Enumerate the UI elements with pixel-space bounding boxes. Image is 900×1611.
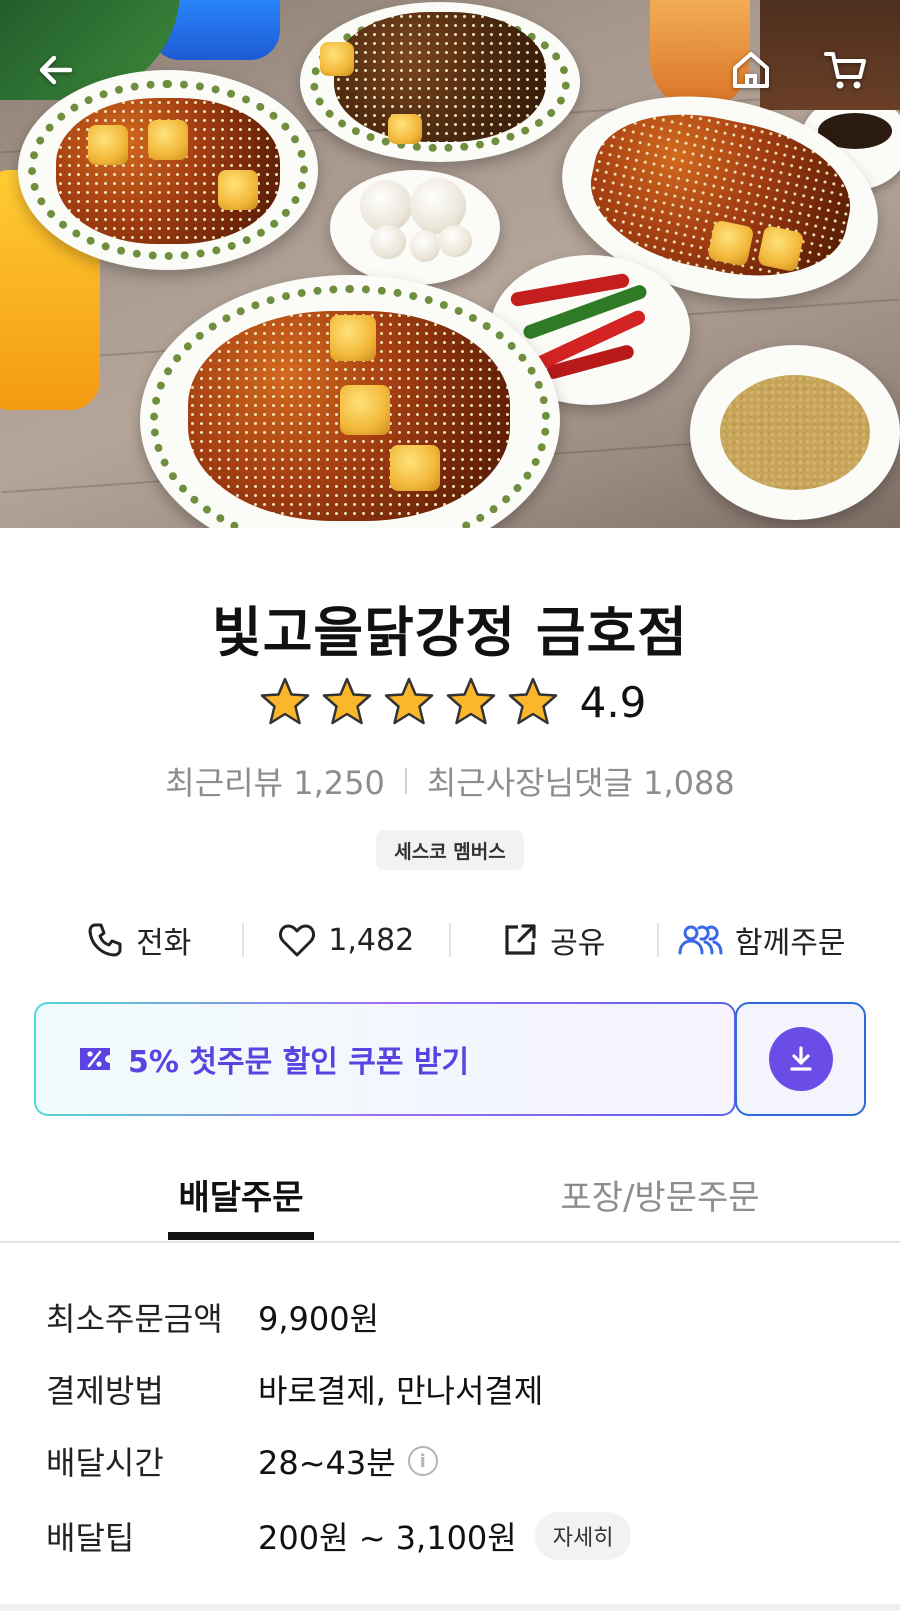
action-bar: 전화 1,482 공유 함께주문 <box>36 912 864 968</box>
delivery-tip-detail-button[interactable]: 자세히 <box>534 1512 632 1560</box>
like-count: 1,482 <box>328 922 415 958</box>
share-icon <box>505 924 536 955</box>
home-icon[interactable] <box>723 42 779 98</box>
min-order-row: 최소주문금액 9,900원 <box>46 1294 866 1340</box>
like-button[interactable]: 1,482 <box>244 922 450 958</box>
coupon-icon <box>80 1048 110 1070</box>
star-icon <box>508 677 557 725</box>
call-label: 전화 <box>136 926 192 961</box>
coupon-label: 5% 첫주문 할인 쿠폰 받기 <box>128 1045 470 1080</box>
star-icon <box>322 677 371 725</box>
cart-icon[interactable] <box>818 42 874 98</box>
min-order-value: 9,900원 <box>258 1300 380 1338</box>
delivery-tip-row: 배달팁 200원 ~ 3,100원 자세히 <box>46 1512 866 1560</box>
back-arrow-icon[interactable] <box>28 42 84 98</box>
divider <box>404 768 407 794</box>
share-label: 공유 <box>550 926 606 961</box>
tab-pickup-order[interactable]: 포장/방문주문 <box>540 1170 780 1219</box>
payment-method-label: 결제방법 <box>46 1372 164 1410</box>
delivery-tip-value: 200원 ~ 3,100원 <box>258 1519 517 1557</box>
tab-divider <box>0 1241 900 1243</box>
active-tab-indicator <box>168 1232 314 1240</box>
rating-row: 4.9 <box>0 676 900 728</box>
chicken-plate <box>300 2 580 162</box>
payment-method-row: 결제방법 바로결제, 만나서결제 <box>46 1366 866 1412</box>
group-order-button[interactable]: 함께주문 <box>659 918 865 962</box>
delivery-time-value: 28~43분 <box>258 1444 396 1482</box>
download-icon <box>768 1027 833 1091</box>
rating-value: 4.9 <box>579 677 647 727</box>
recent-reviews-count[interactable]: 최근리뷰 1,250 <box>165 758 385 804</box>
first-order-coupon[interactable]: 5% 첫주문 할인 쿠폰 받기 <box>34 1002 736 1116</box>
payment-method-value: 바로결제, 만나서결제 <box>258 1372 544 1410</box>
min-order-label: 최소주문금액 <box>46 1300 223 1338</box>
star-icon <box>260 677 309 725</box>
info-icon[interactable]: i <box>407 1446 438 1476</box>
delivery-tip-label: 배달팁 <box>46 1519 135 1557</box>
sesame-plate <box>690 345 900 520</box>
share-button[interactable]: 공유 <box>451 918 657 962</box>
delivery-time-row: 배달시간 28~43분 i <box>46 1438 866 1484</box>
tab-delivery-order[interactable]: 배달주문 <box>168 1170 314 1219</box>
review-summary[interactable]: 최근리뷰 1,250 최근사장님댓글 1,088 <box>0 758 900 804</box>
group-icon <box>678 925 723 955</box>
owner-replies-count[interactable]: 최근사장님댓글 1,088 <box>427 758 735 804</box>
star-icon <box>446 677 495 725</box>
delivery-time-label: 배달시간 <box>46 1444 164 1482</box>
coupon-download-button[interactable] <box>735 1002 866 1116</box>
garlic-plate <box>330 170 500 285</box>
heart-icon <box>279 924 316 957</box>
star-icon <box>384 677 433 725</box>
cesco-badge: 세스코 멤버스 <box>376 830 524 870</box>
section-divider <box>0 1604 900 1611</box>
store-name: 빛고을닭강정 금호점 <box>212 601 688 664</box>
phone-icon <box>88 923 122 957</box>
chicken-plate <box>18 70 318 270</box>
call-button[interactable]: 전화 <box>36 918 242 962</box>
group-order-label: 함께주문 <box>735 926 846 961</box>
